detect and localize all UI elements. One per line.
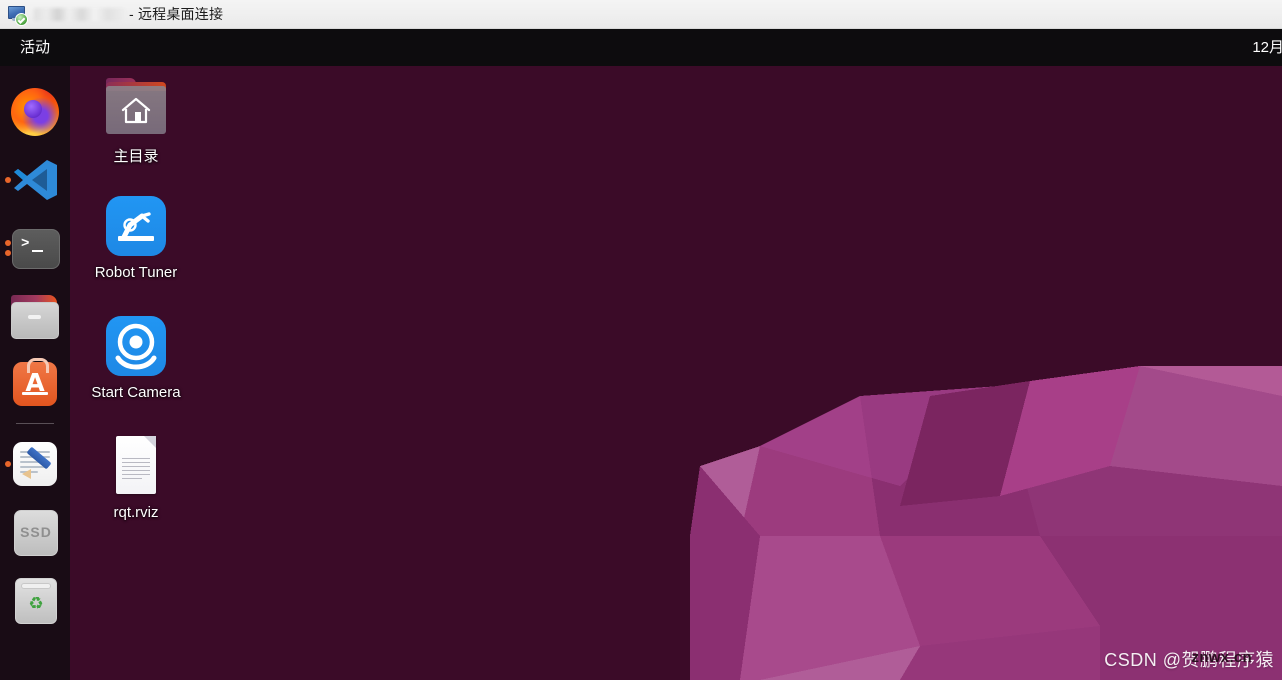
ssd-drive-icon: SSD	[11, 508, 59, 556]
home-folder-icon	[104, 78, 168, 142]
vscode-icon	[11, 156, 59, 204]
dock-item-ubuntu-software[interactable]: A	[0, 350, 70, 418]
ubuntu-software-icon: A	[11, 358, 59, 408]
desktop-icon-start-camera[interactable]: Start Camera	[78, 314, 194, 401]
robot-tuner-icon	[104, 194, 168, 258]
dock-item-firefox[interactable]	[0, 78, 70, 146]
house-glyph	[121, 97, 151, 124]
recycle-glyph: ♻	[28, 594, 44, 613]
dock-item-files[interactable]	[0, 282, 70, 350]
webcam-glyph	[115, 323, 157, 370]
robot-arm-glyph	[118, 212, 154, 241]
text-editor-icon	[11, 440, 59, 488]
firefox-icon	[11, 88, 59, 136]
camera-icon	[104, 314, 168, 378]
terminal-icon	[11, 224, 60, 272]
dock-item-trash[interactable]: ♻	[0, 566, 70, 634]
redacted-title-text	[34, 8, 126, 22]
window-title: - 远程桌面连接	[34, 7, 223, 22]
dock-item-terminal[interactable]	[0, 214, 70, 282]
desktop-icon-label: 主目录	[113, 148, 159, 165]
desktop-icon-label: Robot Tuner	[94, 264, 178, 281]
remote-desktop-screen: - 远程桌面连接 活动 12月 主目录 Robot Tuner Start Ca…	[0, 0, 1282, 680]
gnome-top-panel: 活动 12月	[0, 29, 1282, 66]
dock-item-text-editor[interactable]	[0, 430, 70, 498]
desktop-icon-rqt-rviz[interactable]: rqt.rviz	[78, 434, 194, 521]
ubuntu-dock: A	[0, 66, 70, 680]
dock-item-vscode[interactable]	[0, 146, 70, 214]
desktop-icon-home-folder[interactable]: 主目录	[78, 78, 194, 165]
files-icon	[11, 292, 59, 340]
activities-button[interactable]: 活动	[8, 36, 62, 59]
window-titlebar: - 远程桌面连接	[0, 0, 1282, 29]
desktop-icon-robot-tuner[interactable]: Robot Tuner	[78, 194, 194, 281]
desktop-icon-label: Start Camera	[91, 384, 181, 401]
ssd-label: SSD	[20, 524, 52, 540]
trash-icon: ♻	[11, 576, 59, 624]
desktop-icon-label: rqt.rviz	[113, 504, 159, 521]
window-title-suffix: - 远程桌面连接	[129, 5, 224, 22]
site-watermark: znwx.cn	[1191, 649, 1252, 666]
dock-separator	[16, 423, 54, 424]
document-file-icon	[104, 434, 168, 498]
dock-item-ssd-drive[interactable]: SSD	[0, 498, 70, 566]
panel-clock[interactable]: 12月	[1252, 40, 1282, 55]
desktop-area[interactable]: 主目录 Robot Tuner Start Camera rqt.rviz CS…	[0, 66, 1282, 680]
remote-desktop-icon	[7, 4, 28, 26]
